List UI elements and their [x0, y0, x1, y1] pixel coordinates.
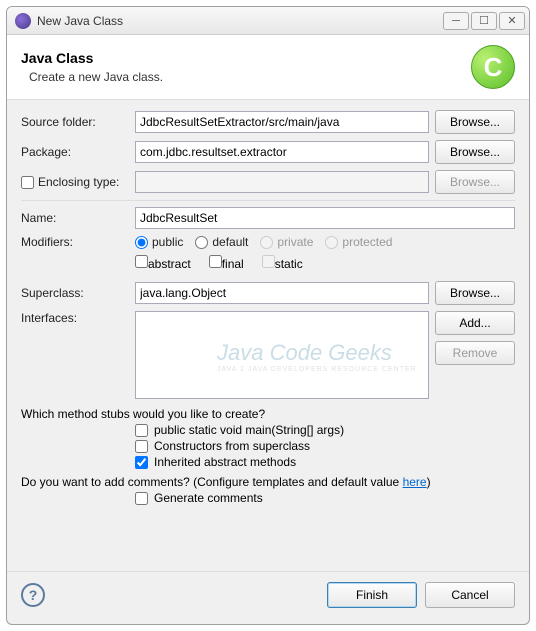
help-icon[interactable]: ? — [21, 583, 45, 607]
class-badge-icon: C — [471, 45, 515, 89]
package-input[interactable] — [135, 141, 429, 163]
stub-constructors-checkbox[interactable] — [135, 440, 148, 453]
stub-inherited-label: Inherited abstract methods — [154, 455, 296, 469]
name-label: Name: — [21, 211, 129, 225]
stub-main-checkbox[interactable] — [135, 424, 148, 437]
modifier-private: private — [260, 235, 313, 249]
close-button[interactable]: ✕ — [499, 12, 525, 30]
modifier-abstract[interactable]: abstract — [135, 255, 191, 271]
dialog-footer: ? Finish Cancel — [7, 571, 529, 618]
modifiers-label: Modifiers: — [21, 235, 129, 249]
generate-comments-label: Generate comments — [154, 491, 263, 505]
enclosing-type-checkbox[interactable] — [21, 176, 34, 189]
modifier-default[interactable]: default — [195, 235, 248, 249]
stubs-question: Which method stubs would you like to cre… — [21, 407, 515, 421]
enclosing-type-input — [135, 171, 429, 193]
comments-question: Do you want to add comments? (Configure … — [21, 475, 515, 489]
window-title: New Java Class — [37, 14, 443, 28]
source-folder-label: Source folder: — [21, 115, 129, 129]
modifier-final[interactable]: final — [209, 255, 244, 271]
dialog-window: New Java Class ─ ☐ ✕ Java Class Create a… — [6, 6, 530, 625]
interfaces-list[interactable] — [135, 311, 429, 399]
eclipse-icon — [15, 13, 31, 29]
modifier-public[interactable]: public — [135, 235, 183, 249]
browse-superclass-button[interactable]: Browse... — [435, 281, 515, 305]
finish-button[interactable]: Finish — [327, 582, 417, 608]
superclass-label: Superclass: — [21, 286, 129, 300]
package-label: Package: — [21, 145, 129, 159]
enclosing-type-label[interactable]: Enclosing type: — [21, 175, 129, 189]
superclass-input[interactable] — [135, 282, 429, 304]
interfaces-label: Interfaces: — [21, 311, 129, 325]
dialog-header: Java Class Create a new Java class. C — [7, 35, 529, 100]
stub-constructors-label: Constructors from superclass — [154, 439, 310, 453]
browse-enclosing-button: Browse... — [435, 170, 515, 194]
stub-main-label: public static void main(String[] args) — [154, 423, 344, 437]
modifier-static: static — [262, 255, 303, 271]
header-subtitle: Create a new Java class. — [29, 70, 471, 84]
configure-templates-link[interactable]: here — [403, 475, 427, 489]
generate-comments-checkbox[interactable] — [135, 492, 148, 505]
add-interface-button[interactable]: Add... — [435, 311, 515, 335]
browse-source-button[interactable]: Browse... — [435, 110, 515, 134]
titlebar: New Java Class ─ ☐ ✕ — [7, 7, 529, 35]
stub-inherited-checkbox[interactable] — [135, 456, 148, 469]
form-area: Source folder: Browse... Package: Browse… — [7, 100, 529, 517]
modifier-protected: protected — [325, 235, 392, 249]
remove-interface-button: Remove — [435, 341, 515, 365]
browse-package-button[interactable]: Browse... — [435, 140, 515, 164]
source-folder-input[interactable] — [135, 111, 429, 133]
header-title: Java Class — [21, 50, 471, 66]
cancel-button[interactable]: Cancel — [425, 582, 515, 608]
maximize-button[interactable]: ☐ — [471, 12, 497, 30]
name-input[interactable] — [135, 207, 515, 229]
minimize-button[interactable]: ─ — [443, 12, 469, 30]
